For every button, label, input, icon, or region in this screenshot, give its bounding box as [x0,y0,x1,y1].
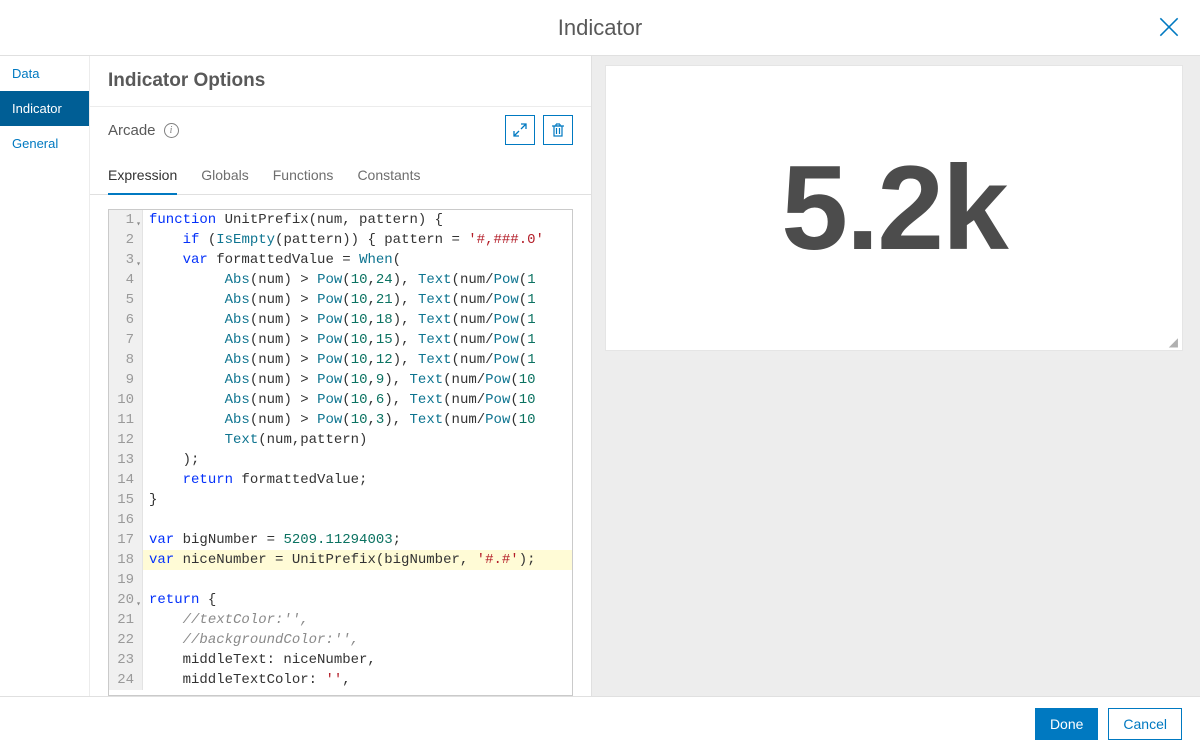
code-line[interactable]: 22 //backgroundColor:'', [109,630,572,650]
code-line[interactable]: 11 Abs(num) > Pow(10,3), Text(num/Pow(10 [109,410,572,430]
arcade-label-group: Arcade i [108,122,179,139]
arcade-row: Arcade i [90,107,591,155]
tab-globals[interactable]: Globals [201,167,248,194]
code-line[interactable]: 14 return formattedValue; [109,470,572,490]
preview-card: 5.2k ◢ [606,66,1182,350]
close-icon[interactable] [1156,14,1182,40]
options-heading: Indicator Options [90,70,591,106]
resize-grip-icon[interactable]: ◢ [1169,338,1178,346]
code-line[interactable]: 16 [109,510,572,530]
tab-functions[interactable]: Functions [273,167,334,194]
sidebar-item-data[interactable]: Data [0,56,89,91]
code-line[interactable]: 3▾ var formattedValue = When( [109,250,572,270]
code-line[interactable]: 17var bigNumber = 5209.11294003; [109,530,572,550]
code-line[interactable]: 6 Abs(num) > Pow(10,18), Text(num/Pow(1 [109,310,572,330]
code-line[interactable]: 1▾function UnitPrefix(num, pattern) { [109,210,572,230]
code-line[interactable]: 23 middleText: niceNumber, [109,650,572,670]
code-line[interactable]: 19 [109,570,572,590]
delete-button[interactable] [543,115,573,145]
options-pane: Indicator Options Arcade i [90,56,592,696]
code-line[interactable]: 24 middleTextColor: '', [109,670,572,690]
code-line[interactable]: 20▾return { [109,590,572,610]
trash-icon [550,122,566,138]
code-line[interactable]: 21 //textColor:'', [109,610,572,630]
tab-expression[interactable]: Expression [108,167,177,195]
editor-tabs: Expression Globals Functions Constants [90,155,591,195]
code-line[interactable]: 4 Abs(num) > Pow(10,24), Text(num/Pow(1 [109,270,572,290]
expand-icon [512,122,528,138]
titlebar: Indicator [0,0,1200,56]
code-line[interactable]: 7 Abs(num) > Pow(10,15), Text(num/Pow(1 [109,330,572,350]
preview-value: 5.2k [781,139,1007,277]
preview-pane: 5.2k ◢ [592,56,1200,696]
arcade-actions [505,115,573,145]
sidebar: DataIndicatorGeneral [0,56,90,696]
tab-constants[interactable]: Constants [357,167,420,194]
dialog-body: DataIndicatorGeneral Indicator Options A… [0,56,1200,696]
code-line[interactable]: 15} [109,490,572,510]
code-line[interactable]: 8 Abs(num) > Pow(10,12), Text(num/Pow(1 [109,350,572,370]
code-line[interactable]: 10 Abs(num) > Pow(10,6), Text(num/Pow(10 [109,390,572,410]
info-icon[interactable]: i [164,123,179,138]
expand-button[interactable] [505,115,535,145]
code-line[interactable]: 9 Abs(num) > Pow(10,9), Text(num/Pow(10 [109,370,572,390]
sidebar-item-indicator[interactable]: Indicator [0,91,89,126]
sidebar-item-general[interactable]: General [0,126,89,161]
code-line[interactable]: 2 if (IsEmpty(pattern)) { pattern = '#,#… [109,230,572,250]
dialog-title: Indicator [558,15,642,41]
footer: Done Cancel [0,696,1200,750]
cancel-button[interactable]: Cancel [1108,708,1182,740]
code-line[interactable]: 18var niceNumber = UnitPrefix(bigNumber,… [109,550,572,570]
arcade-label: Arcade [108,122,156,139]
done-button[interactable]: Done [1035,708,1098,740]
code-line[interactable]: 13 ); [109,450,572,470]
code-line[interactable]: 12 Text(num,pattern) [109,430,572,450]
code-editor[interactable]: 1▾function UnitPrefix(num, pattern) {2 i… [108,209,573,696]
code-line[interactable]: 5 Abs(num) > Pow(10,21), Text(num/Pow(1 [109,290,572,310]
